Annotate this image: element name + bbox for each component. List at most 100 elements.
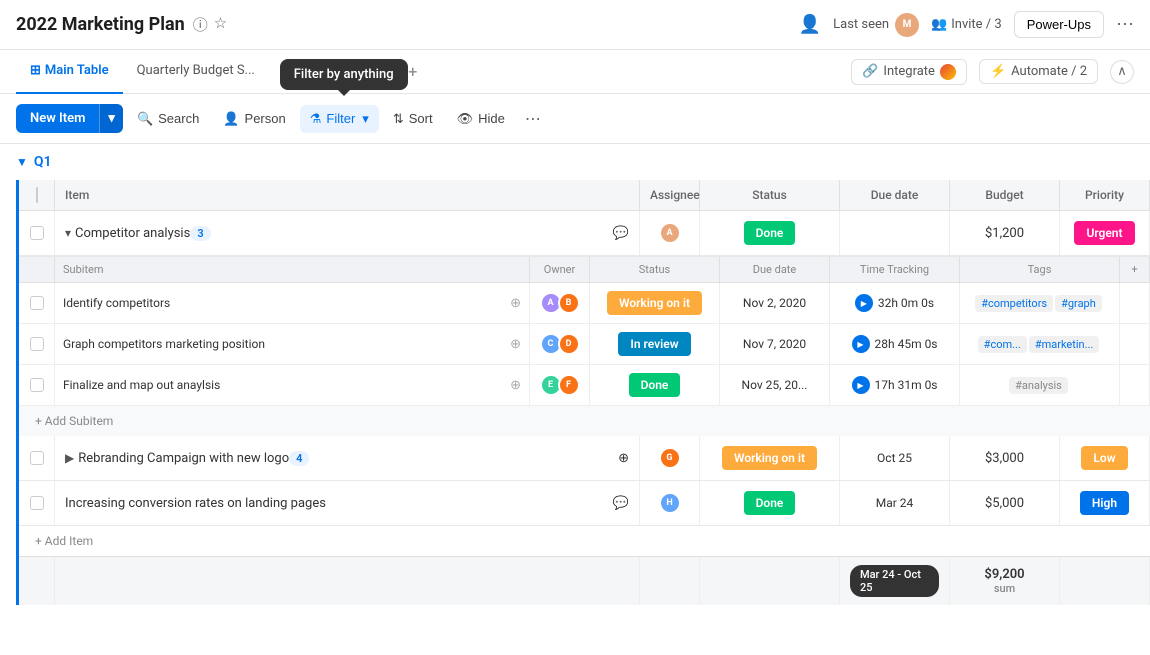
- th-budget: Budget: [950, 180, 1060, 210]
- hide-button[interactable]: 👁 Hide: [447, 105, 515, 133]
- row1-due-date: [840, 211, 950, 255]
- th-item: Item: [55, 180, 640, 210]
- sub-row3-tag1: #analysis: [1009, 377, 1068, 394]
- row2-assignee: G: [640, 436, 700, 480]
- header-checkbox[interactable]: [36, 187, 38, 203]
- sub-row1-status-badge: Working on it: [607, 291, 702, 315]
- sub-th-status: Status: [590, 257, 720, 282]
- filter-button[interactable]: ⚗ Filter ▾: [300, 105, 379, 133]
- add-subitem-button[interactable]: + Add Subitem: [19, 406, 1150, 436]
- row2-checkbox[interactable]: [30, 451, 44, 465]
- new-item-button[interactable]: New Item ▾: [16, 104, 123, 133]
- summary-budget-label: sum: [994, 582, 1015, 595]
- new-item-caret-icon[interactable]: ▾: [99, 104, 123, 133]
- person-button[interactable]: 👤 Person: [213, 105, 295, 133]
- sub-row2-time-tracking: ▶ 28h 45m 0s: [830, 324, 960, 364]
- summary-date-range: Mar 24 - Oct 25: [850, 565, 939, 597]
- sub-row1-add-icon[interactable]: ⊕: [510, 296, 521, 311]
- header-right: 👤 Last seen M 👥 Invite / 3 Power-Ups ⋯: [799, 11, 1134, 38]
- row1-chat-icon[interactable]: 💬: [613, 226, 629, 241]
- sub-row1-status[interactable]: Working on it: [590, 283, 720, 323]
- row2-status[interactable]: Working on it: [700, 436, 840, 480]
- sub-row3-checkbox[interactable]: [19, 365, 55, 405]
- sub-row1-date: Nov 2, 2020: [743, 296, 806, 310]
- row3-chat-icon[interactable]: 💬: [613, 496, 629, 511]
- row3-status-badge: Done: [744, 491, 796, 515]
- toolbar-more-icon[interactable]: ⋯: [519, 105, 547, 132]
- invite-button[interactable]: 👥 Invite / 3: [931, 17, 1002, 32]
- new-item-label[interactable]: New Item: [16, 104, 99, 133]
- section-q1-collapse-icon[interactable]: ▼: [16, 155, 28, 169]
- row1-status[interactable]: Done: [700, 211, 840, 255]
- summary-td-item: [55, 557, 640, 605]
- collapse-tabs-button[interactable]: ∧: [1110, 60, 1134, 84]
- th-checkbox: [19, 180, 55, 210]
- row2-priority[interactable]: Low: [1060, 436, 1150, 480]
- summary-budget-value: $9,200: [984, 567, 1024, 582]
- add-item-label: + Add Item: [35, 534, 93, 548]
- sub-row3-play-icon[interactable]: ▶: [852, 376, 870, 394]
- row3-priority[interactable]: High: [1060, 481, 1150, 525]
- row2-checkbox-td[interactable]: [19, 436, 55, 480]
- sub-row1-play-icon[interactable]: ▶: [855, 294, 873, 312]
- sub-row2-play-icon[interactable]: ▶: [852, 335, 870, 353]
- row2-date: Oct 25: [877, 451, 912, 465]
- app-title: 2022 Marketing Plan: [16, 14, 185, 35]
- sub-row3-owner: E F: [530, 365, 590, 405]
- invite-label: Invite / 3: [951, 17, 1001, 32]
- integrate-button[interactable]: 🔗 Integrate: [851, 59, 967, 85]
- row3-status[interactable]: Done: [700, 481, 840, 525]
- sub-th-time-tracking: Time Tracking: [830, 257, 960, 282]
- sort-label: Sort: [409, 111, 433, 126]
- sub-row1-checkbox[interactable]: [19, 283, 55, 323]
- table-row-2: ▶ Rebranding Campaign with new logo 4 ⊕ …: [19, 436, 1150, 481]
- sub-row3-time-tracking: ▶ 17h 31m 0s: [830, 365, 960, 405]
- more-options-icon[interactable]: ⋯: [1116, 14, 1134, 35]
- tab-main-table[interactable]: ⊞ Main Table: [16, 50, 123, 94]
- sub-row2-due-date: Nov 7, 2020: [720, 324, 830, 364]
- automate-button[interactable]: ⚡ Automate / 2: [979, 59, 1098, 84]
- row1-priority[interactable]: Urgent: [1060, 211, 1150, 255]
- row2-due-date: Oct 25: [840, 436, 950, 480]
- sub-row2-checkbox[interactable]: [19, 324, 55, 364]
- sub-row2-owner: C D: [530, 324, 590, 364]
- last-seen: Last seen M: [833, 13, 919, 37]
- row1-expand-icon[interactable]: ▾: [65, 226, 71, 240]
- row2-expand-icon[interactable]: ▶: [65, 451, 74, 465]
- sub-row1-tag2: #graph: [1055, 295, 1102, 312]
- tab-quarterly-budget[interactable]: Quarterly Budget S...: [123, 50, 269, 94]
- star-icon[interactable]: ☆: [214, 14, 227, 35]
- sort-button[interactable]: ⇅ Sort: [383, 105, 443, 133]
- sub-row2-title: Graph competitors marketing position ⊕: [55, 324, 530, 364]
- row1-checkbox[interactable]: [30, 226, 44, 240]
- sub-row3-status-badge: Done: [629, 373, 681, 397]
- add-item-button[interactable]: + Add Item: [19, 526, 1150, 556]
- info-icon[interactable]: ⓘ: [193, 14, 208, 35]
- sub-th-checkbox: [19, 257, 55, 282]
- sort-icon: ⇅: [393, 111, 404, 127]
- row3-checkbox-td[interactable]: [19, 481, 55, 525]
- row1-budget: $1,200: [950, 211, 1060, 255]
- search-button[interactable]: 🔍 Search: [127, 105, 209, 133]
- sub-row2-add-icon[interactable]: ⊕: [510, 337, 521, 352]
- filter-caret-icon: ▾: [362, 111, 369, 127]
- search-label: Search: [158, 111, 199, 126]
- row3-checkbox[interactable]: [30, 496, 44, 510]
- table-row-3: Increasing conversion rates on landing p…: [19, 481, 1150, 526]
- sub-row3-status[interactable]: Done: [590, 365, 720, 405]
- sub-th-add[interactable]: +: [1120, 257, 1150, 282]
- sub-th-subitem: Subitem: [55, 257, 530, 282]
- row-checkbox-1[interactable]: [19, 211, 55, 255]
- power-ups-button[interactable]: Power-Ups: [1014, 11, 1104, 38]
- tab-main-table-label: Main Table: [45, 63, 109, 78]
- integrate-label: Integrate: [883, 64, 935, 79]
- sub-row3-tags: #analysis: [960, 365, 1120, 405]
- sub-row3-add-icon[interactable]: ⊕: [510, 378, 521, 393]
- sub-th-due-date: Due date: [720, 257, 830, 282]
- sub-row2-title-text: Graph competitors marketing position: [63, 337, 265, 351]
- th-status: Status: [700, 180, 840, 210]
- row2-add-icon[interactable]: ⊕: [618, 451, 629, 466]
- sub-row2-status[interactable]: In review: [590, 324, 720, 364]
- row2-budget: $3,000: [950, 436, 1060, 480]
- sub-row2-time-text: 28h 45m 0s: [875, 337, 938, 351]
